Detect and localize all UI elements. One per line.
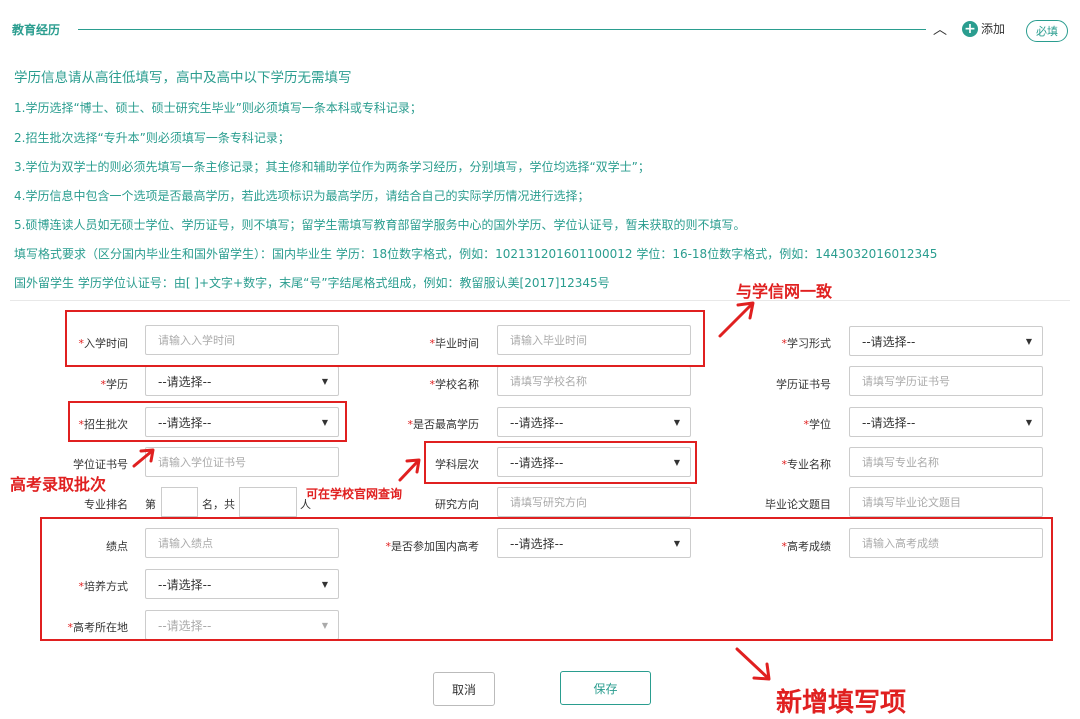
- cancel-button[interactable]: 取消: [433, 672, 495, 706]
- annotation-arrows: [132, 301, 771, 681]
- save-button[interactable]: 保存: [560, 671, 651, 705]
- arrow-icon: [132, 449, 154, 468]
- arrow-icon: [398, 459, 420, 482]
- arrow-icon: [718, 302, 754, 338]
- arrow-icon: [735, 647, 770, 680]
